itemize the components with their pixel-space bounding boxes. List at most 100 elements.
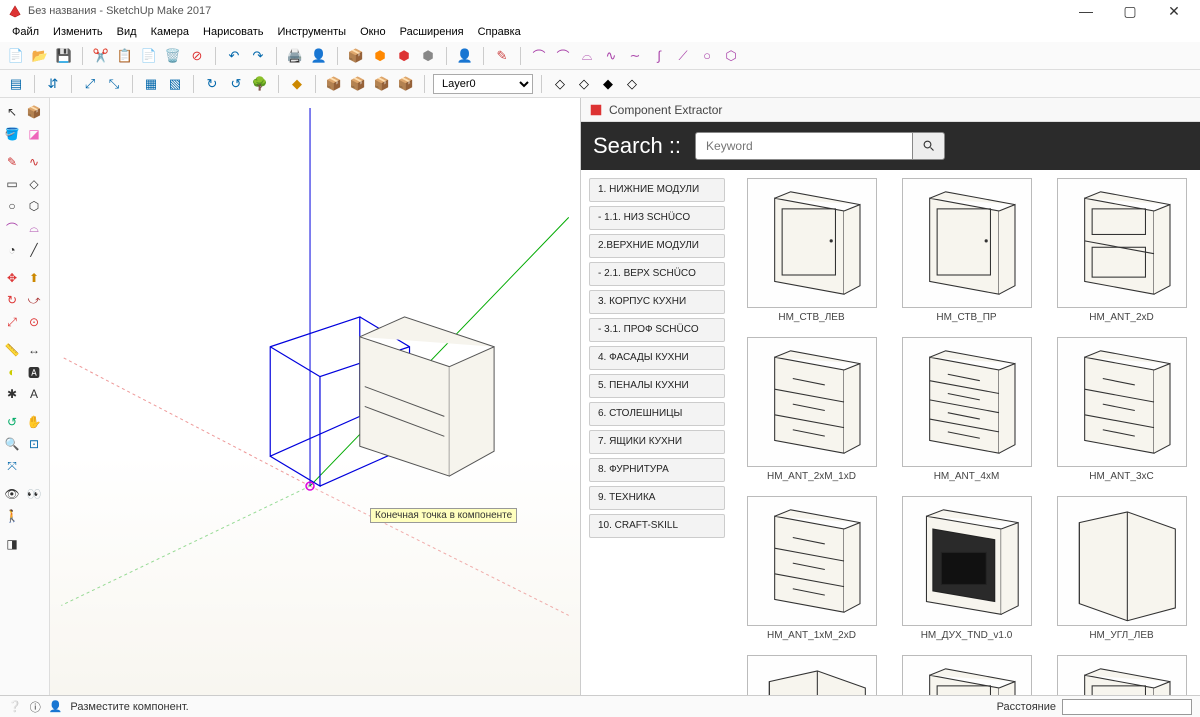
copy-icon[interactable]: 📋 — [115, 46, 135, 66]
menu-edit[interactable]: Изменить — [47, 24, 109, 40]
category-item[interactable]: 7. ЯЩИКИ КУХНИ — [589, 430, 725, 454]
delete-icon[interactable]: 🗑️ — [163, 46, 183, 66]
measurement-input[interactable] — [1062, 699, 1192, 715]
tool-blue2-icon[interactable]: ▧ — [165, 74, 185, 94]
menu-camera[interactable]: Камера — [145, 24, 195, 40]
category-item[interactable]: 4. ФАСАДЫ КУХНИ — [589, 346, 725, 370]
tape-icon[interactable]: 📏 — [2, 340, 22, 360]
menu-window[interactable]: Окно — [354, 24, 392, 40]
component-card[interactable] — [741, 655, 882, 695]
window-minimize[interactable]: — — [1074, 3, 1098, 19]
tool-blue1-icon[interactable]: ▦ — [141, 74, 161, 94]
pushpull-icon[interactable]: ⬆ — [24, 268, 44, 288]
freehand-icon[interactable]: ∿ — [601, 46, 621, 66]
component-card[interactable]: НМ_СТВ_ЛЕВ — [741, 178, 882, 323]
zoom-window-icon[interactable]: ⊡ — [24, 434, 44, 454]
walk-icon[interactable]: 🚶 — [2, 506, 22, 526]
polygon-icon[interactable]: ⬡ — [721, 46, 741, 66]
category-item[interactable]: - 2.1. ВЕРХ SCHÜCO — [589, 262, 725, 286]
curve-icon[interactable]: ∼ — [625, 46, 645, 66]
circle2-icon[interactable]: ○ — [2, 196, 22, 216]
section-icon[interactable]: ◨ — [2, 534, 22, 554]
cancel-icon[interactable]: ⊘ — [187, 46, 207, 66]
protractor-icon[interactable]: ◐ — [2, 362, 22, 382]
component-card[interactable]: HM_ANT_3xC — [1051, 337, 1192, 482]
arc6-icon[interactable]: ╱ — [24, 240, 44, 260]
position-camera-icon[interactable]: 👁 — [2, 484, 22, 504]
box-s3-icon[interactable]: 📦 — [372, 74, 392, 94]
bezier-icon[interactable]: ∫ — [649, 46, 669, 66]
zoom-icon[interactable]: 🔍 — [2, 434, 22, 454]
save-icon[interactable]: 💾 — [54, 46, 74, 66]
category-item[interactable]: 9. ТЕХНИКА — [589, 486, 725, 510]
window-maximize[interactable]: ▢ — [1118, 3, 1142, 20]
arc-icon[interactable]: ⌒ — [529, 46, 549, 66]
refresh-icon[interactable]: ↻ — [202, 74, 222, 94]
refresh2-icon[interactable]: ↺ — [226, 74, 246, 94]
layer3-icon[interactable]: ◆ — [598, 74, 618, 94]
component-card[interactable]: НМ_УГЛ_ЛЕВ — [1051, 496, 1192, 641]
pencil-icon[interactable]: ✎ — [492, 46, 512, 66]
info-icon[interactable]: ⓘ — [30, 699, 41, 715]
eraser-icon[interactable]: ◪ — [24, 124, 44, 144]
search-button[interactable] — [913, 132, 945, 160]
undo-icon[interactable]: ↶ — [224, 46, 244, 66]
category-item[interactable]: 10. CRAFT-SKILL — [589, 514, 725, 538]
print-icon[interactable]: 🖨️ — [285, 46, 305, 66]
dimension-icon[interactable]: ↔ — [24, 340, 44, 360]
look-around-icon[interactable]: 👀 — [24, 484, 44, 504]
category-item[interactable]: 8. ФУРНИТУРА — [589, 458, 725, 482]
redo-icon[interactable]: ↷ — [248, 46, 268, 66]
cut-icon[interactable]: ✂️ — [91, 46, 111, 66]
new-icon[interactable]: 📄 — [6, 46, 26, 66]
box-orange-icon[interactable]: ⬢ — [370, 46, 390, 66]
layer2-icon[interactable]: ◇ — [574, 74, 594, 94]
window-close[interactable]: ✕ — [1162, 3, 1186, 20]
menu-draw[interactable]: Нарисовать — [197, 24, 269, 40]
menu-tools[interactable]: Инструменты — [271, 24, 352, 40]
plugin-icon[interactable]: ◆ — [287, 74, 307, 94]
rotrect-icon[interactable]: ◇ — [24, 174, 44, 194]
login-icon[interactable]: 👤 — [455, 46, 475, 66]
transform1-icon[interactable]: ⤢ — [80, 74, 100, 94]
line-icon[interactable]: ✎ — [2, 152, 22, 172]
box-red-icon[interactable]: ⬢ — [394, 46, 414, 66]
freehand2-icon[interactable]: ∿ — [24, 152, 44, 172]
box-s2-icon[interactable]: 📦 — [348, 74, 368, 94]
component-card[interactable]: HM_ANT_2xD — [1051, 178, 1192, 323]
box-s4-icon[interactable]: 📦 — [396, 74, 416, 94]
geo-icon[interactable]: 👤 — [49, 700, 63, 713]
open-icon[interactable]: 📂 — [30, 46, 50, 66]
model-icon[interactable]: 👤 — [309, 46, 329, 66]
followme-icon[interactable]: ⤻ — [24, 290, 44, 310]
arc4-icon[interactable]: ⌒ — [2, 218, 22, 238]
box-gray-icon[interactable]: ⬢ — [418, 46, 438, 66]
scale-icon[interactable]: ⤢ — [2, 312, 22, 332]
arc2-icon[interactable]: ⌒ — [553, 46, 573, 66]
polygon2-icon[interactable]: ⬡ — [24, 196, 44, 216]
component-card[interactable] — [896, 655, 1037, 695]
component-card[interactable]: HM_ANT_1xM_2xD — [741, 496, 882, 641]
category-item[interactable]: 5. ПЕНАЛЫ КУХНИ — [589, 374, 725, 398]
tree-icon[interactable]: 🌳 — [250, 74, 270, 94]
component-card[interactable]: НМ_СТВ_ПР — [896, 178, 1037, 323]
layer-select[interactable]: Layer0 — [433, 74, 533, 94]
component-card[interactable]: HM_ANT_2xM_1xD — [741, 337, 882, 482]
arc3-icon[interactable]: ⌓ — [577, 46, 597, 66]
text-icon[interactable]: 🅰 — [24, 362, 44, 382]
group-icon[interactable]: 📦 — [346, 46, 366, 66]
category-item[interactable]: 2.ВЕРХНИЕ МОДУЛИ — [589, 234, 725, 258]
arc5-icon[interactable]: ⌓ — [24, 218, 44, 238]
box-s1-icon[interactable]: 📦 — [324, 74, 344, 94]
category-item[interactable]: - 1.1. НИЗ SCHÜCO — [589, 206, 725, 230]
menu-help[interactable]: Справка — [472, 24, 527, 40]
help-icon[interactable]: ❔ — [8, 700, 22, 713]
component-icon[interactable]: 📦 — [24, 102, 44, 122]
menu-view[interactable]: Вид — [111, 24, 143, 40]
category-item[interactable]: 1. НИЖНИЕ МОДУЛИ — [589, 178, 725, 202]
transform2-icon[interactable]: ⤡ — [104, 74, 124, 94]
pie-icon[interactable]: ◔ — [2, 240, 22, 260]
category-item[interactable]: 6. СТОЛЕШНИЦЫ — [589, 402, 725, 426]
move-tool-icon[interactable]: ⇵ — [43, 74, 63, 94]
component-card[interactable] — [1051, 655, 1192, 695]
